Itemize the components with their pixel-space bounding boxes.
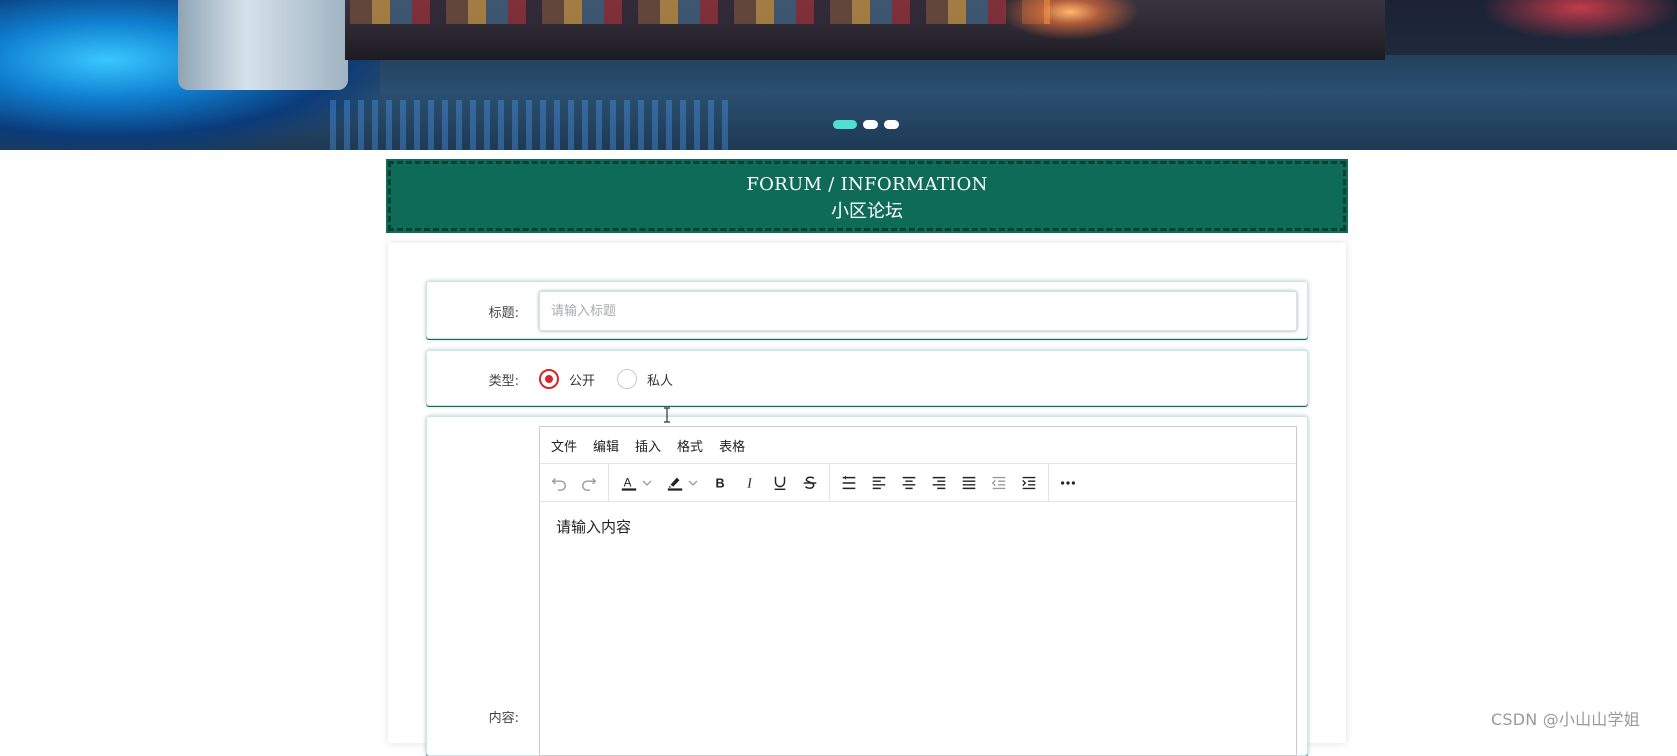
chevron-down-icon[interactable]: [642, 473, 652, 492]
form-row-content: 内容: 文件 编辑 插入 格式 表格 A B I 请输入内容: [426, 416, 1308, 756]
form-row-type: 类型: 公开 私人: [426, 350, 1308, 406]
banner-reflection: [330, 100, 730, 150]
content-label: 内容:: [488, 711, 519, 726]
chevron-down-icon[interactable]: [688, 473, 698, 492]
section-title-en: FORUM / INFORMATION: [746, 174, 988, 195]
line-height-icon[interactable]: [834, 468, 864, 498]
toolbar-group-history: [540, 464, 609, 501]
title-label: 标题:: [488, 306, 519, 321]
underline-icon[interactable]: [765, 468, 795, 498]
text-color-icon[interactable]: A: [613, 468, 659, 498]
carousel-dot-2[interactable]: [863, 120, 878, 129]
text-cursor-icon: [664, 407, 670, 423]
editor-placeholder: 请输入内容: [556, 518, 632, 536]
align-justify-icon[interactable]: [954, 468, 984, 498]
toolbar-group-more: [1049, 464, 1087, 501]
section-title-zh: 小区论坛: [831, 201, 903, 222]
editor-toolbar: A B I: [540, 464, 1296, 502]
radio-public[interactable]: 公开: [539, 369, 595, 389]
form-card: 标题: 类型: 公开 私人 内容: 文件 编辑 插入 格式 表格: [388, 243, 1346, 756]
undo-icon[interactable]: [544, 468, 574, 498]
svg-text:B: B: [716, 476, 725, 490]
toolbar-group-align: [830, 464, 1049, 501]
radio-public-label[interactable]: 公开: [569, 370, 595, 389]
menu-edit[interactable]: 编辑: [593, 436, 619, 455]
section-header: FORUM / INFORMATION 小区论坛: [386, 159, 1348, 233]
radio-private[interactable]: 私人: [617, 369, 673, 389]
editor-content-area[interactable]: 请输入内容: [540, 502, 1296, 752]
italic-icon[interactable]: I: [735, 468, 765, 498]
carousel-indicators: [833, 120, 899, 129]
svg-text:A: A: [624, 476, 632, 489]
indent-icon[interactable]: [1014, 468, 1044, 498]
rich-text-editor: 文件 编辑 插入 格式 表格 A B I 请输入内容: [539, 426, 1297, 756]
redo-icon[interactable]: [574, 468, 604, 498]
align-right-icon[interactable]: [924, 468, 954, 498]
radio-public-circle[interactable]: [539, 369, 559, 389]
toolbar-group-style: A B I: [609, 464, 830, 501]
radio-private-circle[interactable]: [617, 369, 638, 389]
menu-insert[interactable]: 插入: [635, 436, 661, 455]
carousel-dot-1[interactable]: [833, 120, 857, 129]
menu-format[interactable]: 格式: [677, 436, 703, 455]
more-icon[interactable]: [1053, 468, 1083, 498]
highlight-color-icon[interactable]: [659, 468, 705, 498]
banner-right-glow: [1480, 0, 1677, 40]
strikethrough-icon[interactable]: [795, 468, 825, 498]
radio-private-label[interactable]: 私人: [647, 370, 673, 389]
align-left-icon[interactable]: [864, 468, 894, 498]
type-label: 类型:: [488, 374, 519, 389]
bold-icon[interactable]: B: [705, 468, 735, 498]
menu-table[interactable]: 表格: [719, 436, 745, 455]
editor-menubar: 文件 编辑 插入 格式 表格: [540, 427, 1296, 464]
type-radio-group: 公开 私人: [539, 369, 673, 389]
hero-banner: [0, 0, 1677, 150]
outdent-icon[interactable]: [984, 468, 1014, 498]
banner-lights: [1000, 0, 1140, 40]
carousel-dot-3[interactable]: [884, 120, 899, 129]
banner-pillar: [178, 0, 348, 90]
banner-signs: [350, 0, 1050, 24]
title-input[interactable]: [539, 291, 1297, 331]
watermark: CSDN @小山山学姐: [1491, 710, 1640, 729]
svg-text:I: I: [746, 475, 753, 490]
align-center-icon[interactable]: [894, 468, 924, 498]
form-row-title: 标题:: [426, 281, 1308, 339]
menu-file[interactable]: 文件: [551, 436, 577, 455]
